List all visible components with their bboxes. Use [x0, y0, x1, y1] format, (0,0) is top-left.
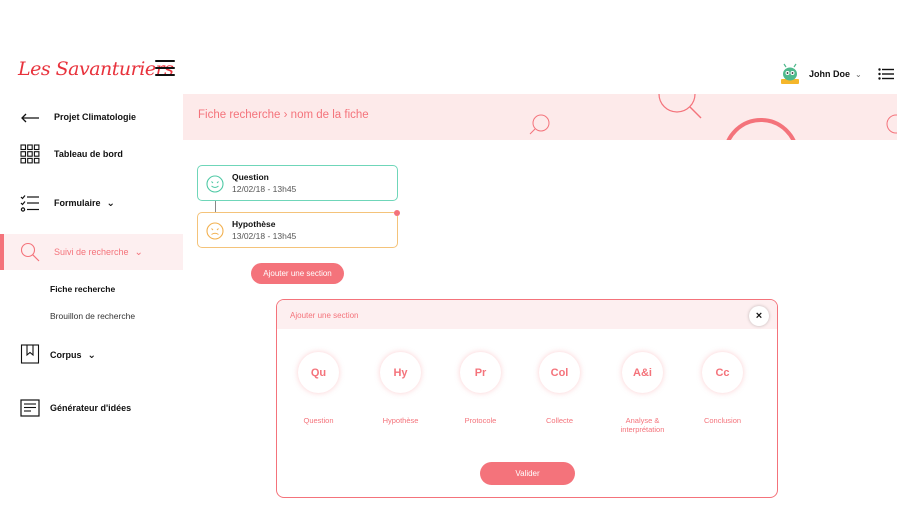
option-badge: Hy [380, 352, 421, 393]
chevron-down-icon: ⌄ [106, 198, 115, 209]
smiley-icon [206, 175, 224, 193]
top-bar: Les Savanturiers John Doe ⌄ [0, 0, 897, 94]
sidebar-item-label: Suivi de recherche ⌄ [54, 247, 143, 258]
form-label: Formulaire [54, 198, 101, 208]
submit-button[interactable]: Valider [480, 462, 575, 485]
chevron-down-icon: ⌄ [87, 350, 96, 361]
sidebar-item-project[interactable]: Projet Climatologie [0, 106, 183, 128]
sidebar-subitem-research-draft[interactable]: Brouillon de recherche [50, 311, 135, 321]
grid-icon [20, 144, 40, 164]
menu-icon[interactable] [155, 60, 175, 76]
notification-dot [394, 210, 400, 216]
sidebar: Projet Climatologie Tableau de bord Form… [0, 94, 183, 532]
sidebar-item-corpus[interactable]: Corpus ⌄ [0, 342, 183, 366]
option-badge: A&i [622, 352, 663, 393]
smiley-icon [206, 222, 224, 240]
document-icon [20, 399, 40, 417]
sidebar-item-label: Tableau de bord [54, 149, 123, 159]
checklist-icon [20, 195, 39, 212]
user-menu[interactable]: John Doe ⌄ [779, 63, 862, 85]
sidebar-item-idea-generator[interactable]: Générateur d'idées [0, 396, 183, 420]
option-label: Question [303, 416, 334, 425]
card-title: Question [232, 172, 269, 182]
search-icon [20, 242, 40, 262]
chevron-down-icon: ⌄ [855, 69, 862, 79]
corpus-label: Corpus [50, 350, 82, 360]
avatar [781, 63, 799, 84]
timeline-card-hypothesis[interactable]: Hypothèse 13/02/18 - 13h45 [197, 210, 400, 248]
option-badge: Qu [298, 352, 339, 393]
modal-title: Ajouter une section [290, 311, 359, 320]
magnifier-decoration-icon [529, 94, 897, 140]
option-badge: Cc [702, 352, 743, 393]
sidebar-item-research[interactable]: Suivi de recherche ⌄ [0, 234, 183, 270]
list-icon[interactable] [878, 68, 894, 80]
timeline-card-question[interactable]: Question 12/02/18 - 13h45 [197, 165, 398, 201]
sidebar-item-label: Corpus ⌄ [50, 350, 96, 361]
option-label: Conclusion [703, 416, 742, 425]
option-badge: Col [539, 352, 580, 393]
option-label: Collecte [545, 416, 574, 425]
arrow-left-icon [21, 113, 39, 123]
close-icon[interactable]: × [749, 306, 769, 326]
app-logo[interactable]: Les Savanturiers [18, 58, 174, 80]
option-label: Analyse & interprétation [620, 416, 665, 434]
option-badge: Pr [460, 352, 501, 393]
sidebar-item-label: Formulaire ⌄ [54, 198, 115, 209]
content-header: Fiche recherche › nom de la fiche [183, 94, 897, 140]
sidebar-subitem-research-sheet[interactable]: Fiche recherche [50, 284, 115, 294]
card-date: 13/02/18 - 13h45 [232, 231, 297, 241]
card-date: 12/02/18 - 13h45 [232, 184, 297, 194]
bookmark-icon [20, 344, 40, 364]
sidebar-item-form[interactable]: Formulaire ⌄ [0, 192, 183, 216]
option-label: Protocole [464, 416, 497, 425]
user-name: John Doe [809, 69, 851, 79]
chevron-down-icon: ⌄ [134, 247, 143, 258]
sidebar-item-label: Générateur d'idées [50, 403, 132, 413]
sidebar-item-dashboard[interactable]: Tableau de bord [0, 142, 183, 166]
sidebar-item-label: Projet Climatologie [54, 112, 137, 122]
add-section-modal: Ajouter une section × Qu Question Hy Hyp… [276, 299, 778, 498]
add-section-button[interactable]: Ajouter une section [251, 263, 344, 284]
option-label: Hypothèse [382, 416, 419, 425]
card-title: Hypothèse [232, 219, 276, 229]
modal-header: Ajouter une section × [277, 300, 777, 329]
research-label: Suivi de recherche [54, 247, 129, 257]
